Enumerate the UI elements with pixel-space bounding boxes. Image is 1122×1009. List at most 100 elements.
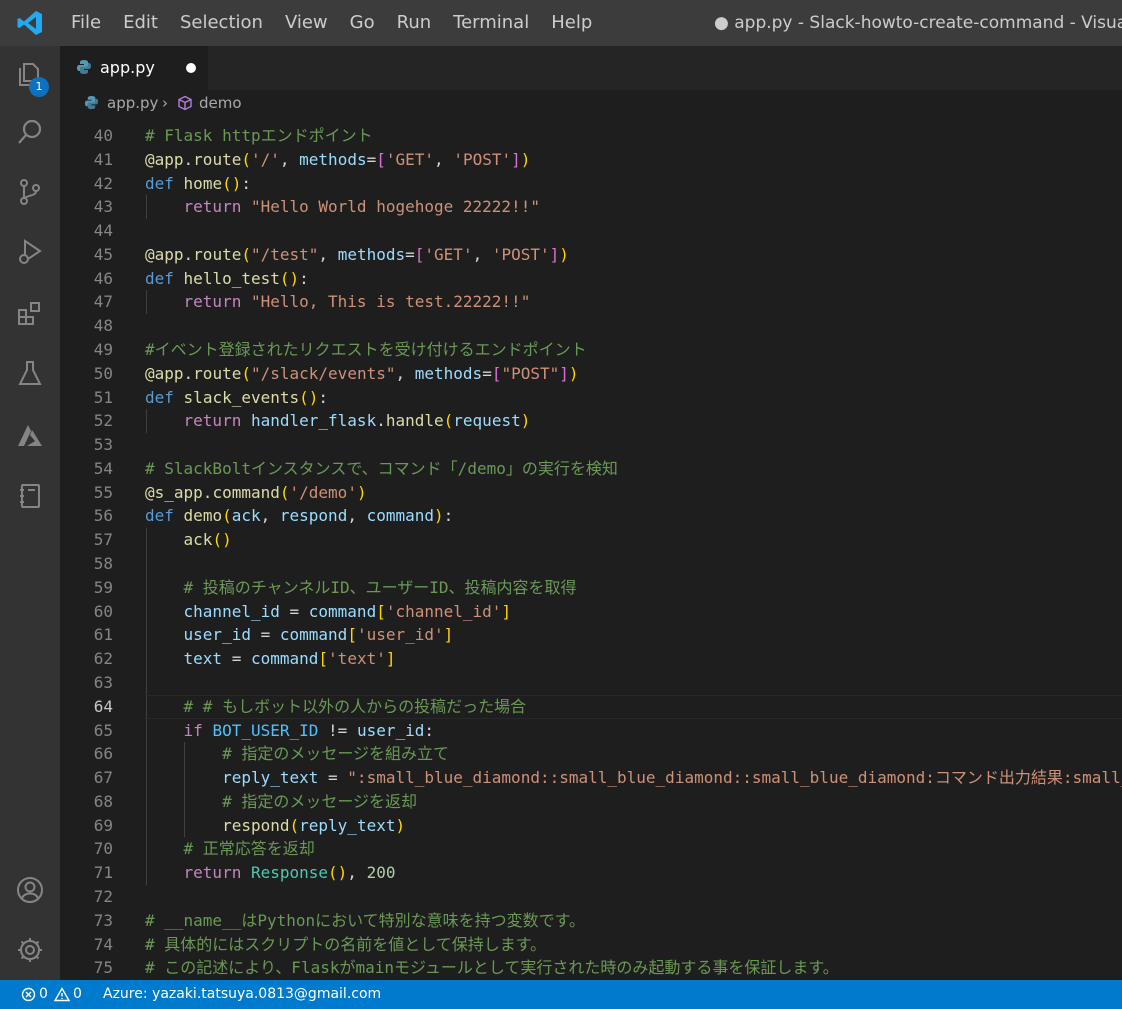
code-line[interactable]: 56 def demo(ack, respond, command): — [60, 504, 1122, 528]
code-line[interactable]: 69 respond(reply_text) — [60, 814, 1122, 838]
code-line[interactable]: 59 # 投稿のチャンネルID、ユーザーID、投稿内容を取得 — [60, 576, 1122, 600]
code-token: "/slack/events" — [250, 363, 396, 383]
menu-selection[interactable]: Selection — [169, 0, 274, 46]
azure-icon[interactable] — [0, 408, 60, 464]
run-debug-icon[interactable] — [0, 224, 60, 280]
extensions-icon[interactable] — [0, 286, 60, 342]
code-line[interactable]: 62 text = command['text'] — [60, 647, 1122, 671]
source-control-icon[interactable] — [0, 164, 60, 220]
code-line[interactable]: 48 — [60, 314, 1122, 338]
code-token: def — [145, 387, 174, 407]
code-line[interactable]: 51 def slack_events(): — [60, 386, 1122, 410]
tab-label: app.py — [100, 58, 155, 77]
line-number: 68 — [93, 791, 113, 811]
code-line[interactable]: 64 # # もしボット以外の人からの投稿だった場合 — [60, 694, 1122, 719]
tab-app-py[interactable]: app.py — [60, 46, 208, 90]
menu-edit[interactable]: Edit — [112, 0, 169, 46]
code-text: return Response(), 200 — [145, 861, 396, 885]
code-line[interactable]: 57 ack() — [60, 528, 1122, 552]
notebook-icon[interactable] — [0, 468, 60, 524]
code-token: # 指定のメッセージを返却 — [222, 791, 418, 811]
line-number: 66 — [93, 744, 113, 764]
code-line[interactable]: 70 # 正常応答を返却 — [60, 837, 1122, 861]
code-token: 200 — [366, 863, 396, 883]
unsaved-dot-icon[interactable] — [186, 63, 196, 73]
breadcrumb-symbol[interactable]: demo — [199, 94, 242, 112]
code-line[interactable]: 71 return Response(), 200 — [60, 861, 1122, 885]
code-token: '/demo' — [289, 482, 357, 502]
vscode-logo-icon[interactable] — [0, 0, 60, 46]
code-token: ) — [395, 815, 406, 835]
code-token: 'channel_id' — [385, 601, 502, 621]
code-text: # SlackBoltインスタンスで、コマンド「/demo」の実行を検知 — [145, 457, 618, 481]
code-line[interactable]: 75 # この記述により、Flaskがmainモジュールとして実行された時のみ起動… — [60, 956, 1122, 980]
code-token: : — [424, 720, 435, 740]
code-line[interactable]: 50 @app.route("/slack/events", methods=["… — [60, 362, 1122, 386]
testing-icon[interactable] — [0, 346, 60, 402]
code-line[interactable]: 46 def hello_test(): — [60, 267, 1122, 291]
error-count[interactable]: 0 — [39, 986, 48, 1002]
code-line[interactable]: 55 @s_app.command('/demo') — [60, 481, 1122, 505]
manage-gear-icon[interactable] — [0, 922, 60, 978]
line-number: 71 — [93, 863, 113, 883]
code-line[interactable]: 47 return "Hello, This is test.22222!!" — [60, 290, 1122, 314]
menu-run[interactable]: Run — [386, 0, 443, 46]
explorer-icon[interactable]: 1 — [0, 46, 60, 102]
menu-go[interactable]: Go — [339, 0, 386, 46]
breadcrumb-file[interactable]: app.py — [107, 94, 158, 112]
code-text: # Flask httpエンドポイント — [145, 124, 373, 148]
code-token: ( — [241, 149, 251, 169]
code-editor[interactable]: 40 # Flask httpエンドポイント 41 @app.route('/', m… — [60, 116, 1122, 980]
code-token: def — [145, 173, 174, 193]
code-line[interactable]: 66 # 指定のメッセージを組み立て — [60, 742, 1122, 766]
code-token: def — [145, 506, 174, 526]
warning-count[interactable]: 0 — [73, 986, 82, 1002]
warning-icon[interactable] — [53, 987, 71, 1006]
menu-file[interactable]: File — [60, 0, 112, 46]
error-icon[interactable] — [21, 987, 36, 1006]
code-line[interactable]: 63 — [60, 671, 1122, 695]
line-number: 41 — [93, 149, 113, 169]
code-token: hello_test — [183, 268, 280, 288]
code-token: "Hello World hogehoge 22222!!" — [250, 197, 540, 217]
menu-help[interactable]: Help — [540, 0, 603, 46]
search-icon[interactable] — [0, 104, 60, 160]
code-token: [ — [376, 149, 386, 169]
code-line[interactable]: 52 return handler_flask.handle(request) — [60, 409, 1122, 433]
code-line[interactable]: 44 — [60, 219, 1122, 243]
code-line[interactable]: 72 — [60, 885, 1122, 909]
code-line[interactable]: 45 @app.route("/test", methods=['GET', 'P… — [60, 243, 1122, 267]
line-number: 62 — [93, 649, 113, 669]
code-line[interactable]: 53 — [60, 433, 1122, 457]
code-token: ) — [568, 363, 579, 383]
code-line[interactable]: 41 @app.route('/', methods=['GET', 'POST'… — [60, 148, 1122, 172]
code-token: . — [183, 149, 194, 169]
code-text: # # もしボット以外の人からの投稿だった場合 — [145, 695, 527, 719]
code-line[interactable]: 42 def home(): — [60, 172, 1122, 196]
code-token: @app — [145, 149, 184, 169]
code-line[interactable]: 68 # 指定のメッセージを返却 — [60, 790, 1122, 814]
code-line[interactable]: 54 # SlackBoltインスタンスで、コマンド「/demo」の実行を検知 — [60, 457, 1122, 481]
code-text: @app.route("/slack/events", methods=["PO… — [145, 362, 579, 386]
code-line[interactable]: 49 #イベント登録されたリクエストを受け付けるエンドポイント — [60, 338, 1122, 362]
code-line[interactable]: 60 channel_id = command['channel_id'] — [60, 600, 1122, 624]
code-line[interactable]: 67 reply_text = ":small_blue_diamond::sm… — [60, 766, 1122, 790]
accounts-icon[interactable] — [0, 862, 60, 918]
azure-account[interactable]: Azure: yazaki.tatsuya.0813@gmail.com — [103, 986, 381, 1002]
code-line[interactable]: 74 # 具体的にはスクリプトの名前を値として保持します。 — [60, 933, 1122, 957]
code-line[interactable]: 58 — [60, 552, 1122, 576]
code-token: ( — [279, 482, 290, 502]
code-line[interactable]: 73 # __name__はPythonにおいて特別な意味を持つ変数です。 — [60, 909, 1122, 933]
code-line[interactable]: 61 user_id = command['user_id'] — [60, 623, 1122, 647]
code-line[interactable]: 65 if BOT_USER_ID != user_id: — [60, 719, 1122, 743]
code-line[interactable]: 43 return "Hello World hogehoge 22222!!" — [60, 195, 1122, 219]
menu-terminal[interactable]: Terminal — [442, 0, 540, 46]
menu-view[interactable]: View — [274, 0, 339, 46]
code-line[interactable]: 40 # Flask httpエンドポイント — [60, 124, 1122, 148]
